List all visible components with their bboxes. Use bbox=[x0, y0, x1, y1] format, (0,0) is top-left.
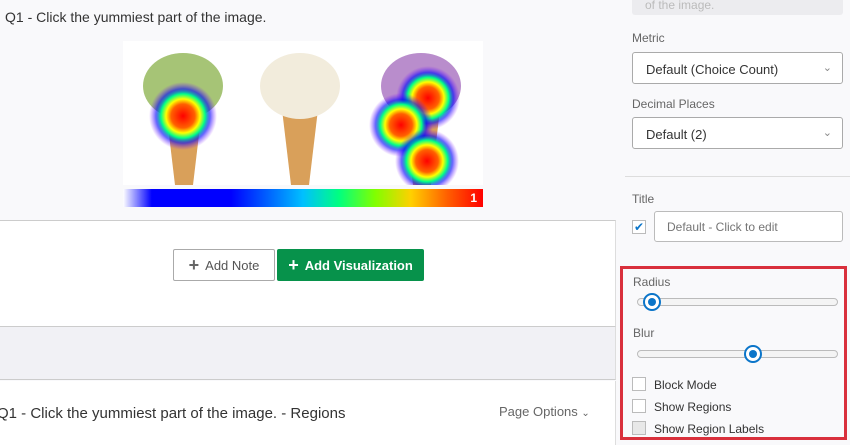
radius-slider[interactable] bbox=[637, 293, 838, 311]
show-regions-label: Show Regions bbox=[654, 400, 732, 414]
description-text: of the image. bbox=[645, 0, 715, 12]
radius-slider-handle[interactable] bbox=[642, 293, 661, 311]
divider bbox=[625, 176, 850, 177]
add-note-button[interactable]: + Add Note bbox=[173, 249, 275, 281]
chevron-down-icon: ⌄ bbox=[581, 408, 590, 419]
description-field[interactable]: of the image. bbox=[632, 0, 843, 15]
checkmark-icon: ✔ bbox=[633, 220, 645, 234]
block-mode-checkbox[interactable] bbox=[632, 377, 646, 391]
regions-section: Q1 - Click the yummiest part of the imag… bbox=[0, 381, 616, 445]
action-panel: + Add Note + Add Visualization bbox=[0, 220, 616, 326]
blur-slider-handle[interactable] bbox=[744, 345, 763, 363]
chevron-down-icon: ⌄ bbox=[822, 127, 832, 139]
add-visualization-label: Add Visualization bbox=[304, 257, 413, 273]
blur-slider[interactable] bbox=[637, 345, 838, 363]
heat-spot bbox=[149, 82, 217, 150]
title-checkbox[interactable]: ✔ bbox=[632, 220, 646, 234]
page-options-label: Page Options bbox=[499, 404, 578, 419]
chevron-down-icon: ⌄ bbox=[822, 62, 832, 74]
metric-label: Metric bbox=[632, 31, 665, 45]
heatmap-color-scale: 1 bbox=[123, 189, 483, 207]
regions-title: Q1 - Click the yummiest part of the imag… bbox=[0, 405, 346, 422]
settings-sidebar: of the image. Metric Default (Choice Cou… bbox=[617, 0, 850, 445]
add-note-label: Add Note bbox=[205, 257, 260, 273]
section-divider bbox=[0, 326, 616, 380]
show-region-labels-label: Show Region Labels bbox=[654, 422, 765, 436]
heatmap-options-highlight: Radius Blur Block Mode Show Regions Show… bbox=[620, 266, 847, 440]
decimal-places-select[interactable]: Default (2) ⌄ bbox=[632, 117, 843, 149]
plus-icon: + bbox=[288, 254, 299, 275]
title-input[interactable] bbox=[654, 211, 843, 242]
heatmap-image[interactable] bbox=[123, 41, 483, 185]
scale-max-label: 1 bbox=[470, 191, 477, 205]
title-label: Title bbox=[632, 192, 655, 206]
ice-cream-cone-vanilla bbox=[260, 53, 340, 185]
radius-label: Radius bbox=[633, 275, 671, 289]
show-region-labels-checkbox[interactable] bbox=[632, 421, 646, 435]
block-mode-label: Block Mode bbox=[654, 378, 717, 392]
show-regions-checkbox[interactable] bbox=[632, 399, 646, 413]
metric-value: Default (Choice Count) bbox=[646, 62, 779, 77]
metric-select[interactable]: Default (Choice Count) ⌄ bbox=[632, 52, 843, 84]
decimal-places-value: Default (2) bbox=[646, 127, 707, 142]
blur-label: Blur bbox=[633, 326, 655, 340]
question-title: Q1 - Click the yummiest part of the imag… bbox=[5, 9, 267, 25]
page-options-button[interactable]: Page Options ⌄ bbox=[499, 404, 590, 419]
add-visualization-button[interactable]: + Add Visualization bbox=[277, 249, 424, 281]
decimal-places-label: Decimal Places bbox=[632, 97, 715, 111]
plus-icon: + bbox=[188, 254, 200, 275]
